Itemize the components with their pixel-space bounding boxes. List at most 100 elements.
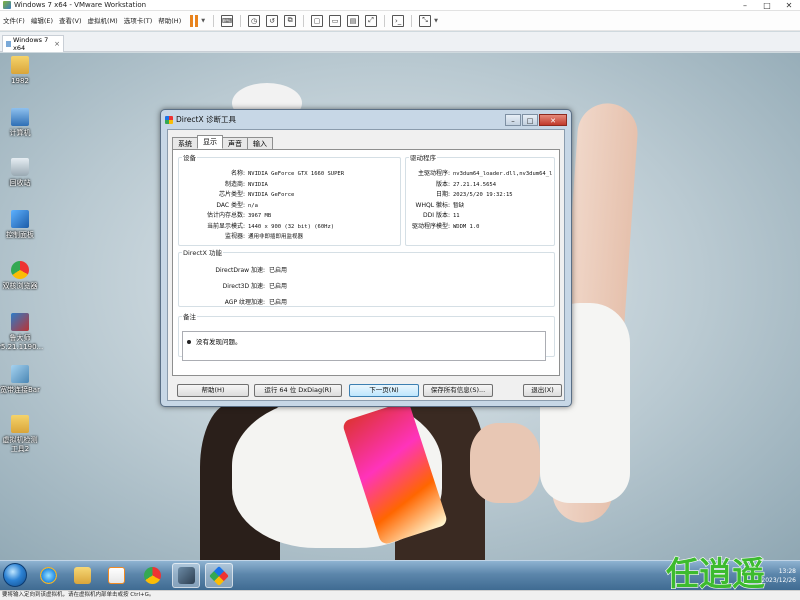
taskbar-explorer[interactable] [68,563,96,588]
stretch-icon[interactable]: ⤢ [365,14,378,27]
dxdiag-window[interactable]: DirectX 诊断工具 – □ ✕ 系统 显示 声音 输入 设备 名称: NVI… [160,109,572,407]
app-icon [177,567,195,584]
menu-vm[interactable]: 虚拟机(M) [85,11,121,31]
menu-view[interactable]: 查看(V) [56,11,85,31]
vmware-menubar: 文件(F) 编辑(E) 查看(V) 虚拟机(M) 选项卡(T) 帮助(H) ▼ … [0,11,800,31]
help-button[interactable]: 帮助(H) [177,384,249,397]
device-field-value: 1440 x 900 (32 bit) (60Hz) [248,223,335,230]
view-mode-icon[interactable]: ⤡ [419,14,432,27]
close-button[interactable]: ✕ [778,0,800,11]
dxdiag-button-row: 帮助(H) 运行 64 位 DxDiag(R) 下一页(N) 保存所有信息(S)… [172,384,562,398]
dxdiag-titlebar[interactable]: DirectX 诊断工具 – □ ✕ [161,110,571,129]
menu-edit[interactable]: 编辑(E) [28,11,56,31]
dxdiag-icon [165,115,173,124]
tab-windows7[interactable]: Windows 7 x64 × [2,35,64,52]
bullet-icon [187,340,191,344]
dxdiag-body: 系统 显示 声音 输入 设备 名称: NVIDIA GeForce GTX 166… [167,129,565,401]
snapshot-icon[interactable]: ◷ [248,14,261,27]
wallpaper-face [232,398,442,548]
wallpaper-hair [200,403,280,560]
device-field-row: DAC 类型: n/a [179,201,258,212]
device-field-row: 当前显示模式: 1440 x 900 (32 bit) (60Hz) [179,222,334,233]
driver-field-row: 日期: 2023/5/20 19:32:15 [406,190,513,201]
device-field-row: 名称: NVIDIA GeForce GTX 1660 SUPER [179,169,344,180]
driver-field-label: 版本: [435,180,450,188]
desktop-icon-label: 鲁大师 v5.21.1190... [0,334,44,351]
maximize-button[interactable]: □ [522,113,538,126]
taskbar-ie[interactable] [34,563,62,588]
send-ctrl-alt-del-icon[interactable]: ⌨ [221,14,234,27]
desktop-icon-broadband[interactable]: 宽带连接Bar [0,365,40,395]
desktop-icon-ludashi[interactable]: 鲁大师 v5.21.1190... [0,313,44,352]
menu-tabs[interactable]: 选项卡(T) [121,11,156,31]
desktop-icon-control-panel[interactable]: 控制面板 [0,210,40,240]
taskbar-chrome[interactable] [138,563,166,588]
driver-field-value: 27.21.14.5654 [453,181,497,188]
feature-field-row: AGP 纹理加速: 已启用 [179,295,287,311]
device-field-value: n/a [248,202,258,209]
revert-snapshot-icon[interactable]: ↺ [266,14,279,27]
maximize-button[interactable]: □ [756,0,778,11]
feature-field-label: DirectDraw 加速: [215,267,265,274]
desktop-icon-label: 宽带连接Bar [0,386,40,394]
tab-display[interactable]: 显示 [197,135,223,149]
taskbar-media-player[interactable] [102,563,130,588]
unity-icon[interactable]: ▭ [329,14,342,27]
driver-field-label: 日期: [435,191,450,198]
device-field-label: 名称: [230,170,245,177]
dxdiag-icon [209,565,229,586]
device-heading: 设备 [183,154,196,162]
desktop-icon-computer[interactable]: 计算机 [0,108,40,138]
driver-field-label: WHQL 徽标: [415,201,450,209]
chrome-icon [11,261,29,279]
notes-heading: 备注 [183,313,196,321]
feature-field-label: Direct3D 加速: [222,283,265,290]
desktop-icon-1982[interactable]: 1982 [0,56,40,86]
chevron-down-icon[interactable]: ▼ [201,18,205,24]
minimize-button[interactable]: – [734,0,756,11]
tab-sound[interactable]: 声音 [222,137,248,149]
tab-system[interactable]: 系统 [172,137,198,149]
chevron-down-icon[interactable]: ▼ [434,18,438,24]
taskbar: 13:28 2023/12/26 [0,560,800,590]
desktop-icon-label: 计算机 [9,129,31,137]
feature-field-value: 已启用 [269,299,288,306]
tab-input[interactable]: 输入 [247,137,273,149]
driver-field-label: DDI 版本: [423,212,450,219]
close-icon[interactable]: × [54,40,60,48]
start-button[interactable] [3,563,27,587]
minimize-button[interactable]: – [505,113,521,126]
close-button[interactable]: ✕ [539,113,567,126]
driver-field-value: 暂缺 [453,202,465,209]
menu-help[interactable]: 帮助(H) [155,11,184,31]
driver-field-value: 11 [453,213,460,219]
full-screen-icon[interactable]: ▢ [311,14,324,27]
display-tab-panel: 设备 名称: NVIDIA GeForce GTX 1660 SUPER 制造商: N… [172,149,560,376]
console-icon[interactable]: ▤ [347,14,360,27]
driver-field-row: WHQL 徽标: 暂缺 [406,201,464,212]
explorer-icon [73,567,91,584]
next-page-button[interactable]: 下一页(N) [349,384,419,397]
desktop-icon-recycle-bin[interactable]: 回收站 [0,158,40,188]
wallpaper-hand [470,423,540,503]
taskbar-app[interactable] [172,563,200,588]
exit-button[interactable]: 退出(X) [523,384,562,397]
pause-icon[interactable] [190,14,199,27]
run-64bit-dxdiag-button[interactable]: 运行 64 位 DxDiag(R) [254,384,342,397]
desktop-icon-browser[interactable]: 双核浏览器 [0,261,40,291]
device-field-value: 通用非即插即用监视器 [248,234,304,240]
recycle-bin-icon [11,158,29,176]
notes-box[interactable]: 没有发现问题。 [182,331,546,361]
toolbar-separator [240,14,242,27]
desktop-icon-vm-detect[interactable]: 虚拟机检测工具2 [0,415,40,454]
desktop-icon-label: 双核浏览器 [2,282,38,290]
device-field-row: 芯片类型: NVIDIA GeForce [179,190,294,201]
system-tray-clock[interactable]: 13:28 2023/12/26 [740,561,800,591]
terminal-icon[interactable]: ›_ [392,14,405,27]
snapshot-manager-icon[interactable]: ⧉ [284,14,297,27]
tray-time: 13:28 [778,568,796,575]
taskbar-dxdiag[interactable] [205,563,233,588]
menu-file[interactable]: 文件(F) [0,11,28,31]
app-icon [11,313,29,331]
save-all-info-button[interactable]: 保存所有信息(S)... [423,384,493,397]
